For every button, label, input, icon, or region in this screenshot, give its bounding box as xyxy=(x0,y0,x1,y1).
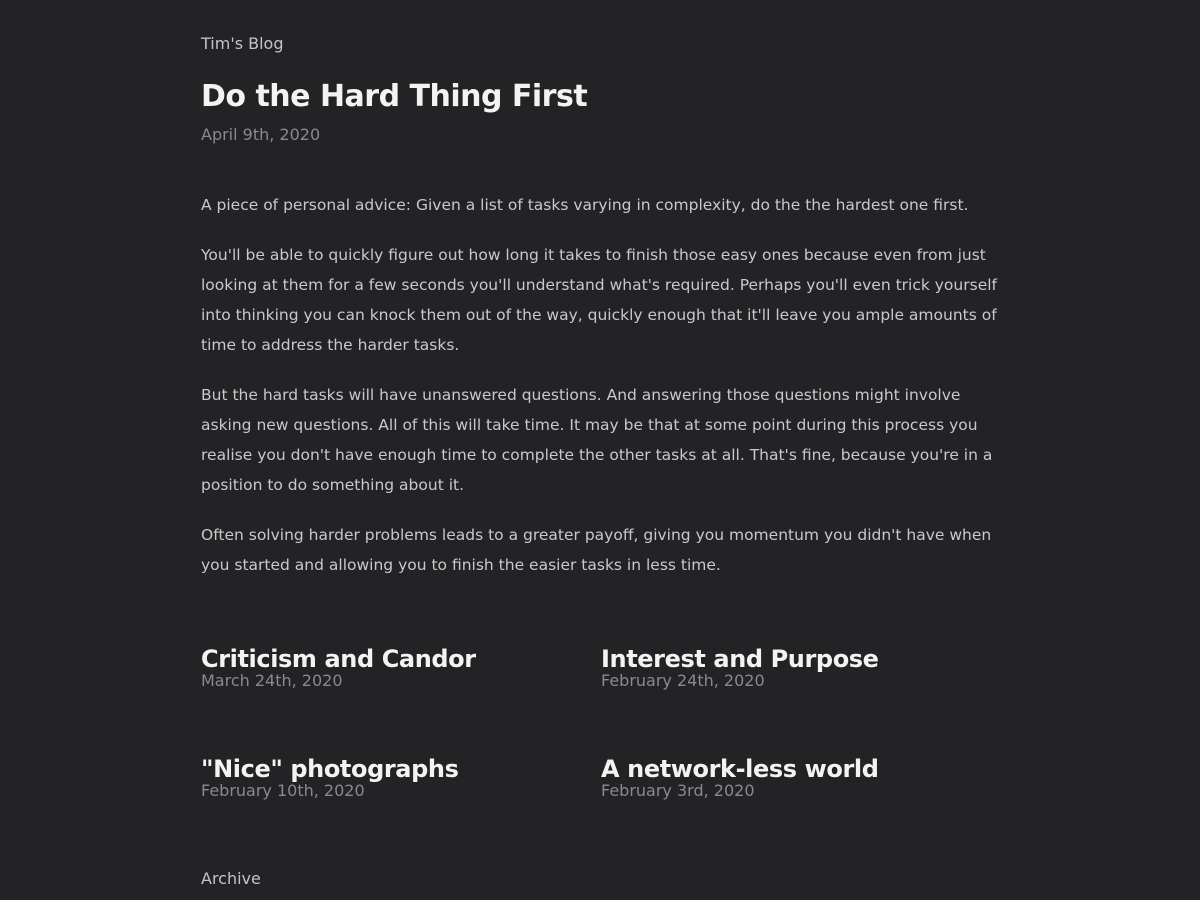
archive-link[interactable]: Archive xyxy=(201,869,261,889)
post-title: Do the Hard Thing First xyxy=(201,79,588,114)
page: Tim's Blog Do the Hard Thing First April… xyxy=(0,0,1200,900)
blog-name-link[interactable]: Tim's Blog xyxy=(201,34,284,54)
post-paragraph: But the hard tasks will have unanswered … xyxy=(201,386,993,494)
related-post[interactable]: "Nice" photographs February 10th, 2020 xyxy=(201,750,591,802)
post-paragraph: Often solving harder problems leads to a… xyxy=(201,526,992,574)
post-paragraph: You'll be able to quickly figure out how… xyxy=(201,246,997,354)
related-post[interactable]: Interest and Purpose February 24th, 2020 xyxy=(601,640,991,692)
related-post[interactable]: A network-less world February 3rd, 2020 xyxy=(601,750,991,802)
post-paragraph: A piece of personal advice: Given a list… xyxy=(201,196,969,214)
related-post[interactable]: Criticism and Candor March 24th, 2020 xyxy=(201,640,591,692)
post-date: April 9th, 2020 xyxy=(201,125,321,144)
post-body: A piece of personal advice: Given a list… xyxy=(201,190,1001,600)
